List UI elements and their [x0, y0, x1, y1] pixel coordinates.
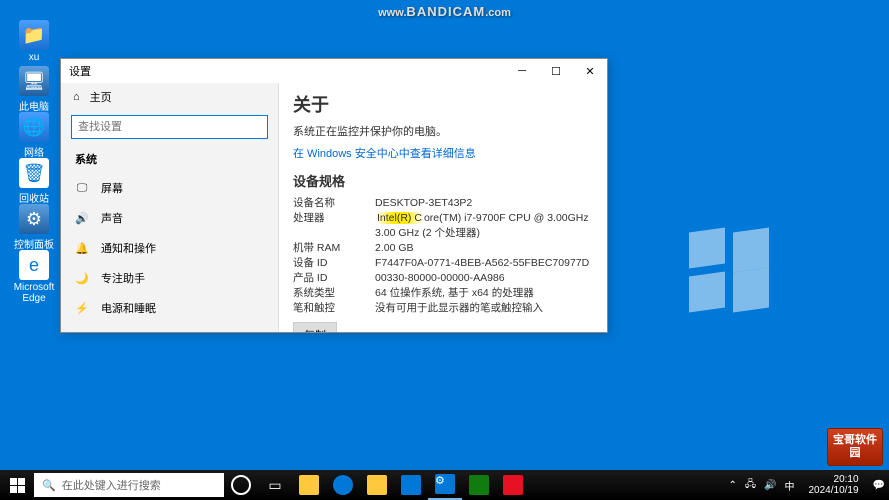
spec-value-system-type: 64 位操作系统, 基于 x64 的处理器: [375, 286, 593, 301]
system-tray: ⌃ 🖧 🔊 中 20:10 2024/10/19 💬: [728, 474, 889, 496]
settings-search-input[interactable]: [71, 115, 268, 139]
spec-value-product-id: 00330-80000-00000-AA986: [375, 271, 593, 286]
spec-label: 笔和触控: [293, 301, 375, 316]
category-header: 系统: [61, 145, 278, 173]
task-view-button[interactable]: ▭: [258, 470, 292, 500]
spec-value-device-id: F7447F0A-0771-4BEB-A562-55FBEC70977D: [375, 256, 593, 271]
taskbar-app-6[interactable]: [462, 470, 496, 500]
taskbar-app-7[interactable]: [496, 470, 530, 500]
protection-status: 系统正在监控并保护你的电脑。: [293, 123, 593, 139]
moon-icon: 🌙: [75, 272, 89, 285]
minimize-button[interactable]: ─: [505, 59, 539, 83]
spec-label: 设备名称: [293, 196, 375, 211]
desktop-icon-control-panel[interactable]: ⚙控制面板: [10, 204, 58, 251]
notification-center-icon[interactable]: 💬: [873, 480, 885, 491]
close-button[interactable]: ✕: [573, 59, 607, 83]
tray-volume-icon[interactable]: 🔊: [764, 480, 776, 491]
home-link[interactable]: ⌂ 主页: [61, 83, 278, 111]
taskbar-clock[interactable]: 20:10 2024/10/19: [802, 474, 864, 496]
taskbar-app-1[interactable]: [292, 470, 326, 500]
desktop-icon-user[interactable]: 📁xu: [10, 20, 58, 63]
home-icon: ⌂: [73, 91, 80, 103]
taskbar-app-settings[interactable]: ⚙: [428, 470, 462, 500]
windows-icon: [10, 478, 25, 493]
spec-value-device-name: DESKTOP-3ET43P2: [375, 196, 593, 211]
copy-button[interactable]: 复制: [293, 322, 337, 332]
display-icon: 🖵: [75, 182, 89, 195]
bandicam-watermark: www.BANDICAM.com: [378, 4, 511, 19]
cortana-button[interactable]: [224, 470, 258, 500]
desktop-icon-this-pc[interactable]: 🖥此电脑: [10, 66, 58, 113]
tray-chevron-icon[interactable]: ⌃: [728, 480, 736, 491]
tray-ime[interactable]: 中: [784, 478, 794, 493]
spec-value-processor: Intel(R) Core(TM) i7-9700F CPU @ 3.00GHz…: [375, 211, 593, 241]
search-icon: 🔍: [42, 479, 56, 492]
desktop-icon-network[interactable]: 🌐网络: [10, 112, 58, 159]
spec-label: 机带 RAM: [293, 241, 375, 256]
nav-power-sleep[interactable]: ⚡电源和睡眠: [61, 293, 278, 323]
nav-notifications[interactable]: 🔔通知和操作: [61, 233, 278, 263]
tray-network-icon[interactable]: 🖧: [745, 477, 756, 494]
desktop-icon-recycle-bin[interactable]: 🗑回收站: [10, 158, 58, 205]
spec-value-ram: 2.00 GB: [375, 241, 593, 256]
bell-icon: 🔔: [75, 242, 89, 255]
taskbar-app-edge[interactable]: [326, 470, 360, 500]
spec-label: 产品 ID: [293, 271, 375, 286]
power-icon: ⚡: [75, 302, 89, 315]
device-specs-heading: 设备规格: [293, 171, 593, 190]
sound-icon: 🔊: [75, 212, 89, 225]
spec-label: 系统类型: [293, 286, 375, 301]
watermark-badge: 宝哥软件园: [827, 428, 883, 466]
taskbar-app-explorer[interactable]: [360, 470, 394, 500]
nav-sound[interactable]: 🔊声音: [61, 203, 278, 233]
settings-sidebar: ⌂ 主页 系统 🖵屏幕 🔊声音 🔔通知和操作 🌙专注助手 ⚡电源和睡眠 💾存储 …: [61, 83, 279, 332]
desktop-icon-edge[interactable]: eMicrosoft Edge: [10, 250, 58, 304]
taskbar-app-store[interactable]: [394, 470, 428, 500]
about-heading: 关于: [293, 91, 593, 117]
spec-label: 设备 ID: [293, 256, 375, 271]
maximize-button[interactable]: ☐: [539, 59, 573, 83]
about-panel: 关于 系统正在监控并保护你的电脑。 在 Windows 安全中心中查看详细信息 …: [279, 83, 607, 332]
titlebar[interactable]: 设置 ─ ☐ ✕: [61, 59, 607, 83]
nav-focus-assist[interactable]: 🌙专注助手: [61, 263, 278, 293]
start-button[interactable]: [0, 470, 34, 500]
storage-icon: 💾: [75, 332, 89, 333]
security-center-link[interactable]: 在 Windows 安全中心中查看详细信息: [293, 145, 593, 161]
taskbar-search[interactable]: 🔍 在此处键入进行搜索: [34, 473, 224, 497]
spec-label: 处理器: [293, 211, 375, 241]
taskbar: 🔍 在此处键入进行搜索 ▭ ⚙ ⌃ 🖧 🔊 中 20:10 2024/10/19…: [0, 470, 889, 500]
nav-display[interactable]: 🖵屏幕: [61, 173, 278, 203]
window-title: 设置: [69, 63, 505, 79]
spec-value-pen-touch: 没有可用于此显示器的笔或触控输入: [375, 301, 593, 316]
nav-storage[interactable]: 💾存储: [61, 323, 278, 332]
windows-logo-wallpaper: [689, 230, 769, 310]
settings-window: 设置 ─ ☐ ✕ ⌂ 主页 系统 🖵屏幕 🔊声音 🔔通知和操作 🌙专注助手 ⚡电…: [60, 58, 608, 333]
